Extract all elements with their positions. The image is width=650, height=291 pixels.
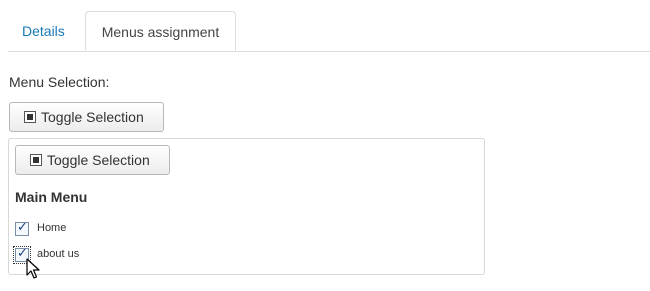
mouse-pointer-icon [26,258,40,279]
panel-toggle-selection-button[interactable]: Toggle Selection [15,145,170,175]
tab-bar: Details Menus assignment [8,11,650,52]
checkmark-icon: ✓ [17,220,28,235]
toggle-square-icon [24,111,36,123]
main-menu-heading: Main Menu [15,189,88,205]
tab-details[interactable]: Details [8,11,79,50]
home-label: Home [37,222,67,234]
toggle-selection-button[interactable]: Toggle Selection [9,102,164,132]
home-checkbox[interactable]: ✓ [15,220,29,236]
toggle-square-icon [30,154,42,166]
menu-selection-label: Menu Selection: [9,74,110,90]
tab-menus-assignment[interactable]: Menus assignment [85,11,236,51]
panel-toggle-selection-label: Toggle Selection [47,152,150,168]
about-us-label: about us [37,248,80,260]
toggle-selection-label: Toggle Selection [41,109,144,125]
